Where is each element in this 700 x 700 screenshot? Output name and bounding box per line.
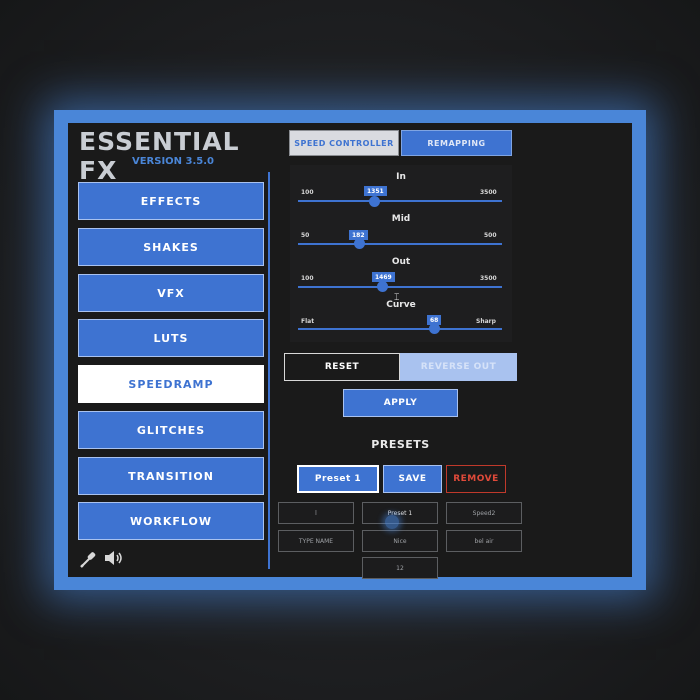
eyedropper-icon[interactable] — [79, 549, 97, 573]
preset-item[interactable]: l — [278, 502, 354, 524]
text-cursor-icon: ⌶ — [394, 293, 400, 303]
slider-in-thumb[interactable] — [369, 196, 380, 207]
preset-item[interactable]: 12 — [362, 557, 438, 579]
nav-glitches-button[interactable]: GLITCHES — [78, 411, 264, 449]
save-preset-button[interactable]: SAVE — [383, 465, 442, 493]
nav-workflow-button[interactable]: WORKFLOW — [78, 502, 264, 540]
slider-curve-track[interactable] — [298, 328, 502, 330]
slider-in-min: 100 — [301, 189, 314, 196]
slider-out-min: 100 — [301, 275, 314, 282]
nav-effects-button[interactable]: EFFECTS — [78, 182, 264, 220]
mouse-cursor-highlight — [385, 515, 399, 529]
nav-luts-button[interactable]: LUTS — [78, 319, 264, 357]
remove-preset-button[interactable]: REMOVE — [446, 465, 506, 493]
preset-item[interactable]: bel air — [446, 530, 522, 552]
reverse-out-button[interactable]: REVERSE OUT — [400, 353, 517, 381]
preset-item[interactable]: Speed2 — [446, 502, 522, 524]
nav-speedramp-button[interactable]: SPEEDRAMP — [78, 365, 264, 403]
speaker-icon[interactable] — [104, 550, 124, 570]
nav-transition-button[interactable]: TRANSITION — [78, 457, 264, 495]
slider-curve-max: Sharp — [476, 318, 496, 325]
nav-vfx-button[interactable]: VFX — [78, 274, 264, 312]
slider-curve-thumb[interactable] — [429, 323, 440, 334]
tab-remapping[interactable]: REMAPPING — [401, 130, 512, 156]
slider-curve-label: Curve — [386, 300, 416, 310]
slider-mid-thumb[interactable] — [354, 238, 365, 249]
nav-shakes-button[interactable]: SHAKES — [78, 228, 264, 266]
slider-curve-min: Flat — [301, 318, 315, 325]
slider-mid-max: 500 — [484, 232, 497, 239]
preset-item[interactable]: Nice — [362, 530, 438, 552]
presets-heading: PRESETS — [371, 438, 430, 451]
slider-out-track[interactable] — [298, 286, 502, 288]
slider-mid-min: 50 — [301, 232, 310, 239]
slider-in-track[interactable] — [298, 200, 502, 202]
preset-item[interactable]: Preset 1 — [362, 502, 438, 524]
slider-out-max: 3500 — [480, 275, 497, 282]
slider-group — [290, 165, 512, 342]
slider-mid-track[interactable] — [298, 243, 502, 245]
slider-in-max: 3500 — [480, 189, 497, 196]
slider-mid-label: Mid — [391, 214, 411, 224]
preset-select[interactable]: Preset 1 — [297, 465, 379, 493]
slider-in-value: 1351 — [364, 186, 387, 196]
preset-item[interactable]: TYPE NAME — [278, 530, 354, 552]
slider-out-label: Out — [391, 257, 411, 267]
reset-button[interactable]: RESET — [284, 353, 400, 381]
app-version: VERSION 3.5.0 — [131, 156, 215, 167]
slider-in-label: In — [396, 172, 406, 182]
slider-out-thumb[interactable] — [377, 281, 388, 292]
apply-button[interactable]: APPLY — [343, 389, 458, 417]
tab-speed-controller[interactable]: SPEED CONTROLLER — [289, 130, 399, 156]
vertical-divider — [268, 172, 270, 569]
